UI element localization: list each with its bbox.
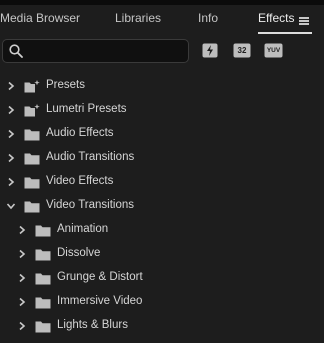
tree-item-audio-effects[interactable]: Audio Effects (0, 122, 324, 146)
folder-icon (35, 297, 51, 309)
folder-icon (35, 225, 51, 237)
chevron-right-icon[interactable] (17, 273, 27, 283)
tree-item-lights-blurs[interactable]: Lights & Blurs (0, 314, 324, 338)
tree-item-label: Lights & Blurs (57, 319, 128, 331)
folder-icon (24, 177, 40, 189)
folder-icon (24, 153, 40, 165)
tree-item-grunge-distort[interactable]: Grunge & Distort (0, 266, 324, 290)
yuv-filter-icon[interactable]: YUV (264, 43, 283, 58)
accelerated-effects-filter-icon[interactable] (202, 43, 218, 58)
search-box[interactable] (2, 39, 189, 63)
panel-menu-icon[interactable] (299, 17, 309, 25)
chevron-right-icon[interactable] (6, 177, 16, 187)
tree-item-label: Presets (46, 79, 85, 91)
chevron-right-icon[interactable] (6, 129, 16, 139)
chevron-right-icon[interactable] (17, 249, 27, 259)
tab-libraries[interactable]: Libraries (115, 11, 161, 25)
folder-icon (24, 129, 40, 141)
search-input[interactable] (27, 42, 185, 60)
tab-effects[interactable]: Effects (258, 11, 294, 25)
tree-item-lumetri-presets[interactable]: Lumetri Presets (0, 98, 324, 122)
tree-item-label: Lumetri Presets (46, 103, 127, 115)
chevron-down-icon[interactable] (6, 201, 16, 211)
chevron-right-icon[interactable] (17, 225, 27, 235)
tree-item-audio-transitions[interactable]: Audio Transitions (0, 146, 324, 170)
chevron-right-icon[interactable] (6, 153, 16, 163)
folder-icon (24, 201, 40, 213)
yuv-badge-label: YUV (266, 47, 281, 54)
32-bit-color-filter-icon[interactable]: 32 (233, 43, 251, 58)
tree-item-label: Immersive Video (57, 295, 143, 307)
tree-item-video-transitions[interactable]: Video Transitions (0, 194, 324, 218)
tree-item-label: Audio Effects (46, 127, 114, 139)
tree-item-immersive-video[interactable]: Immersive Video (0, 290, 324, 314)
panel-tab-bar: Media Browser Libraries Info Effects (0, 5, 324, 32)
tree-item-video-effects[interactable]: Video Effects (0, 170, 324, 194)
tab-info[interactable]: Info (198, 11, 218, 25)
effects-panel: Media Browser Libraries Info Effects 32 … (0, 0, 324, 343)
tree-item-label: Grunge & Distort (57, 271, 143, 283)
tree-item-presets[interactable]: Presets (0, 74, 324, 98)
tree-item-label: Audio Transitions (46, 151, 135, 163)
folder-icon (35, 273, 51, 285)
chevron-right-icon[interactable] (6, 81, 16, 91)
active-tab-indicator (258, 32, 312, 34)
tree-item-dissolve[interactable]: Dissolve (0, 242, 324, 266)
chevron-right-icon[interactable] (17, 297, 27, 307)
32-bit-badge-label: 32 (237, 46, 247, 55)
preset-folder-icon (24, 104, 40, 117)
chevron-right-icon[interactable] (6, 105, 16, 115)
preset-folder-icon (24, 80, 40, 93)
tree-item-label: Video Effects (46, 175, 114, 187)
tab-media-browser[interactable]: Media Browser (0, 11, 80, 25)
chevron-right-icon[interactable] (17, 321, 27, 331)
tree-item-label: Dissolve (57, 247, 101, 259)
folder-icon (35, 249, 51, 261)
tree-item-label: Video Transitions (46, 199, 135, 211)
folder-icon (35, 321, 51, 333)
tree-item-label: Animation (57, 223, 109, 235)
search-icon (9, 44, 23, 58)
tree-item-animation[interactable]: Animation (0, 218, 324, 242)
